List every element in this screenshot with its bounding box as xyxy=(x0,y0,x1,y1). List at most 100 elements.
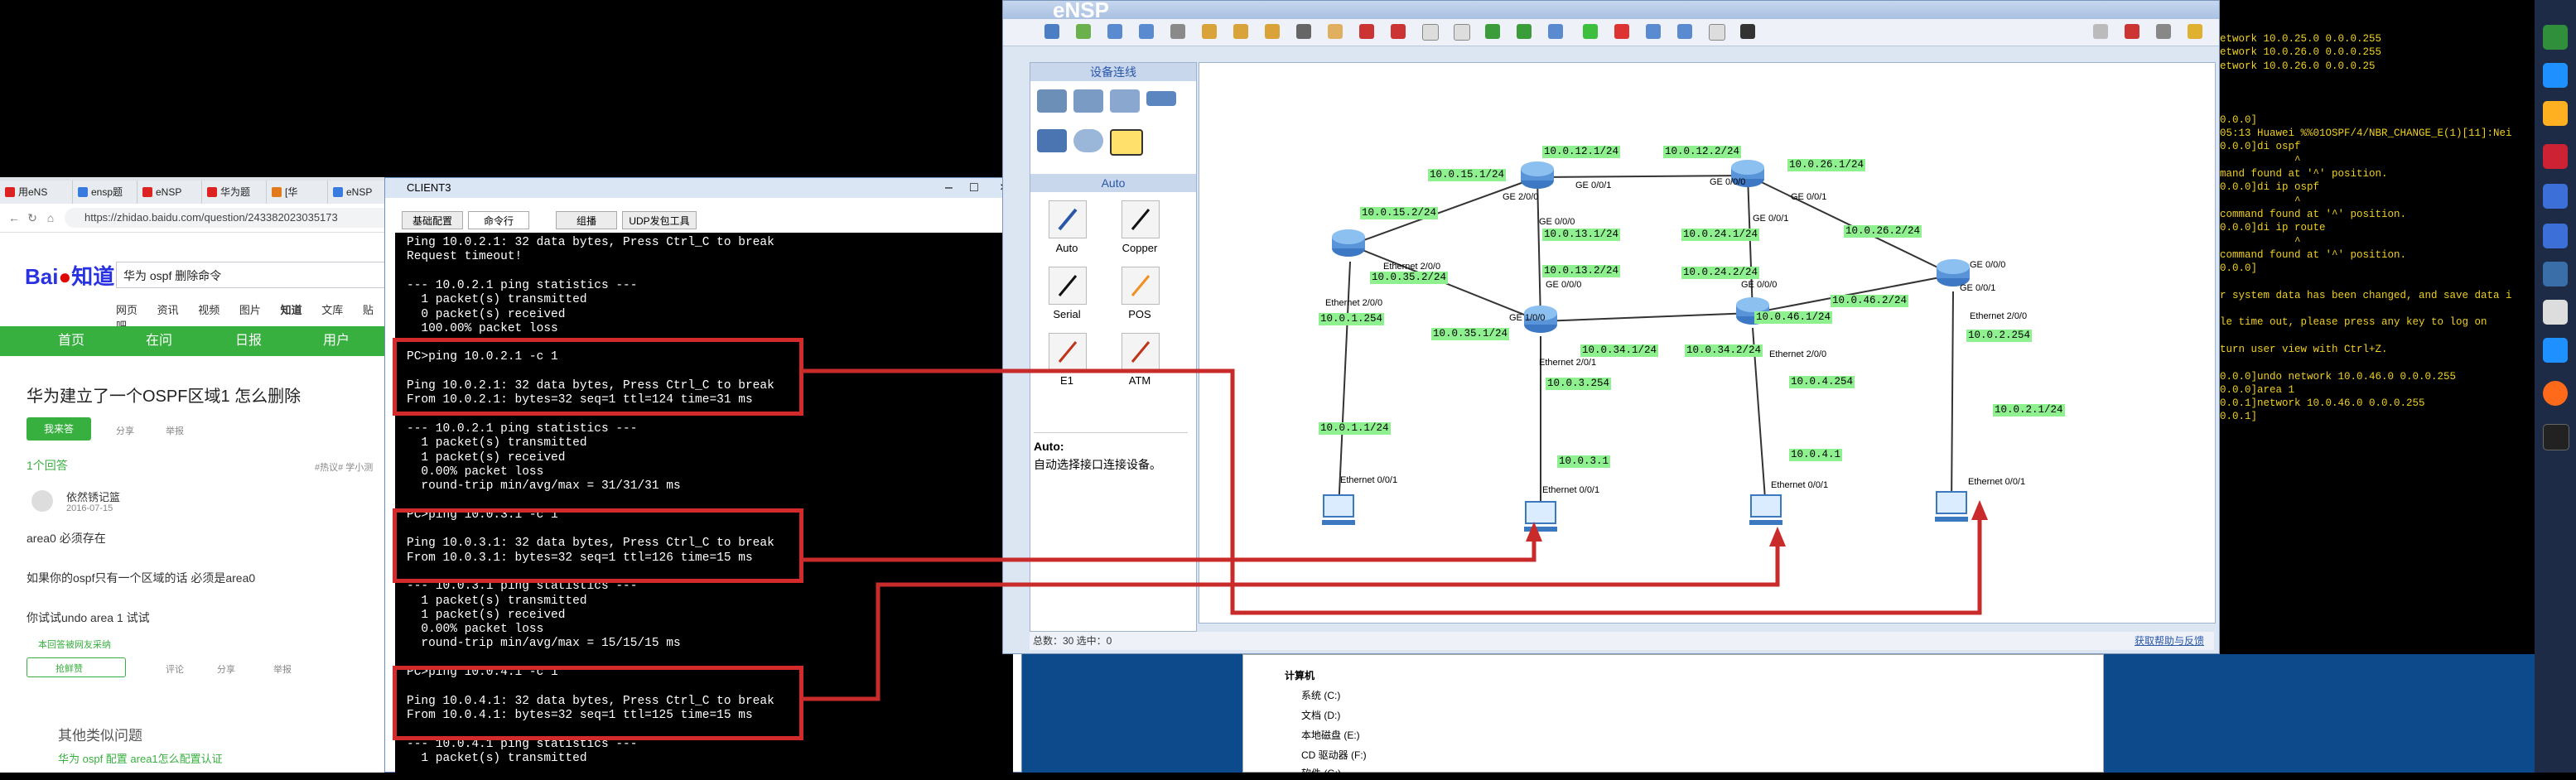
print-icon[interactable] xyxy=(1202,24,1217,39)
share-link[interactable]: 分享 xyxy=(116,424,134,437)
explorer-item-drive[interactable]: 本地磁盘 (E:) xyxy=(1301,728,1360,742)
pc-client4[interactable] xyxy=(1932,490,1971,527)
avatar[interactable] xyxy=(31,490,53,512)
minimize-icon[interactable]: – xyxy=(945,180,953,196)
pc-icon[interactable] xyxy=(1037,129,1067,152)
router-ar1[interactable] xyxy=(1330,229,1367,258)
start-icon[interactable] xyxy=(1583,24,1598,39)
undo-icon[interactable] xyxy=(1233,24,1248,39)
cloud-icon[interactable] xyxy=(1073,129,1103,152)
save-icon[interactable] xyxy=(1139,24,1154,39)
share-link-2[interactable]: 分享 xyxy=(217,662,235,676)
router-icon[interactable] xyxy=(1037,89,1067,113)
category-item[interactable]: 资讯 xyxy=(157,304,179,316)
chat-icon[interactable] xyxy=(2093,24,2108,39)
huawei-app-icon[interactable] xyxy=(2543,144,2568,169)
cable-icon[interactable] xyxy=(1110,129,1143,156)
zoom-out-icon[interactable] xyxy=(1517,24,1532,39)
text-icon[interactable] xyxy=(1422,24,1439,41)
tab-multicast[interactable]: 组播 xyxy=(556,211,617,229)
menu-icon[interactable] xyxy=(2156,24,2171,39)
copper-cable-icon[interactable] xyxy=(1122,200,1160,238)
explorer-item-drive[interactable]: 软件 (G:) xyxy=(1301,766,1341,780)
drag-icon[interactable] xyxy=(1328,24,1343,39)
tab-command-line[interactable]: 命令行 xyxy=(468,211,529,229)
tab-basic-config[interactable]: 基础配置 xyxy=(402,211,463,229)
category-item[interactable]: 网页 xyxy=(116,304,137,316)
pc-client3[interactable] xyxy=(1746,494,1786,530)
browser-tab[interactable]: eNSP xyxy=(328,181,388,204)
explorer-item-drive[interactable]: 系统 (C:) xyxy=(1301,688,1340,702)
nav-daily[interactable]: 日报 xyxy=(235,326,262,356)
new-icon[interactable] xyxy=(1044,24,1059,39)
explorer-item-computer[interactable]: 计算机 xyxy=(1285,668,1315,682)
report-link[interactable]: 举报 xyxy=(166,424,184,437)
new-topo-icon[interactable] xyxy=(1076,24,1091,39)
answerer-name[interactable]: 依然锈记篮 xyxy=(66,489,120,504)
baidu-logo[interactable]: Bai●知道 xyxy=(25,260,114,291)
atm-cable-icon[interactable] xyxy=(1122,333,1160,371)
folder-icon[interactable] xyxy=(2543,101,2568,126)
palette-icon[interactable] xyxy=(1454,24,1470,41)
wlan-icon[interactable] xyxy=(1110,89,1140,113)
pos-cable-icon[interactable] xyxy=(1122,267,1160,305)
notes-icon[interactable] xyxy=(2543,424,2569,450)
category-item[interactable]: 图片 xyxy=(239,304,261,316)
browser-tab[interactable]: ensp题 xyxy=(73,181,137,204)
switch-icon[interactable] xyxy=(1073,89,1103,113)
url-field[interactable]: https://zhidao.baidu.com/question/243382… xyxy=(65,208,388,228)
back-icon[interactable]: ← xyxy=(7,210,22,225)
firewall-icon[interactable] xyxy=(1146,91,1176,106)
stop-icon[interactable] xyxy=(1614,24,1629,39)
pc-client1[interactable] xyxy=(1319,494,1358,530)
router-console[interactable]: etwork 10.0.25.0 0.0.0.255 etwork 10.0.26… xyxy=(2220,0,2535,497)
e1-cable-icon[interactable] xyxy=(1049,333,1087,371)
cli-icon[interactable] xyxy=(1677,24,1692,39)
category-item[interactable]: 视频 xyxy=(198,304,219,316)
pc-client2[interactable] xyxy=(1521,500,1561,537)
tab-udp-tool[interactable]: UDP发包工具 xyxy=(622,211,697,229)
help-icon[interactable] xyxy=(2188,24,2202,39)
home-icon[interactable]: ⌂ xyxy=(43,210,58,225)
capture-icon[interactable] xyxy=(1646,24,1661,39)
grid-icon[interactable] xyxy=(1709,24,1725,41)
router-ar2[interactable] xyxy=(1519,161,1556,190)
delete-icon[interactable] xyxy=(1359,24,1374,39)
browser-tab[interactable]: eNSP xyxy=(137,181,202,204)
edit-icon[interactable] xyxy=(2543,224,2568,248)
huawei-icon[interactable] xyxy=(2125,24,2139,39)
help-feedback-link[interactable]: 获取帮助与反馈 xyxy=(2135,632,2204,650)
browser-icon[interactable] xyxy=(2543,63,2568,88)
browser-tab[interactable]: [华 xyxy=(267,181,328,204)
people-icon[interactable] xyxy=(2543,300,2568,325)
auto-cable-icon[interactable] xyxy=(1049,200,1087,238)
explorer-item-drive[interactable]: CD 驱动器 (F:) xyxy=(1301,748,1367,762)
browser-tab[interactable]: 华为题 xyxy=(202,181,267,204)
hot-tag[interactable]: #热议# 学小测 xyxy=(315,460,373,474)
firefox-icon[interactable] xyxy=(2543,381,2568,406)
serial-cable-icon[interactable] xyxy=(1049,267,1087,305)
redo-icon[interactable] xyxy=(1265,24,1280,39)
explorer-item-drive[interactable]: 文档 (D:) xyxy=(1301,708,1340,722)
report-link-2[interactable]: 举报 xyxy=(273,662,292,676)
search-input[interactable]: 华为 ospf 删除命令 xyxy=(116,262,388,288)
feather-icon[interactable] xyxy=(2543,184,2568,209)
nav-users[interactable]: 用户 xyxy=(323,326,350,356)
open-icon[interactable] xyxy=(1107,24,1122,39)
nav-home[interactable]: 首页 xyxy=(58,326,84,356)
topo-icon[interactable] xyxy=(1740,24,1755,39)
category-item[interactable]: 知道 xyxy=(281,304,302,316)
comment-link[interactable]: 评论 xyxy=(166,662,184,676)
wechat-icon[interactable] xyxy=(2543,25,2568,50)
nav-asking[interactable]: 在问 xyxy=(146,326,172,356)
saveas-icon[interactable] xyxy=(1170,24,1185,39)
box-icon[interactable] xyxy=(2543,262,2568,286)
browser-tab[interactable]: 用eNS xyxy=(0,181,73,204)
reload-icon[interactable]: ↻ xyxy=(25,210,40,225)
maximize-icon[interactable]: □ xyxy=(970,180,978,196)
install-icon[interactable] xyxy=(2543,338,2568,363)
answer-button[interactable]: 我来答 xyxy=(27,417,91,441)
select-icon[interactable] xyxy=(1296,24,1311,39)
topology-canvas[interactable]: 10.0.12.1/24 10.0.12.2/24 10.0.26.1/24 1… xyxy=(1199,62,2216,624)
fit-icon[interactable] xyxy=(1548,24,1563,39)
